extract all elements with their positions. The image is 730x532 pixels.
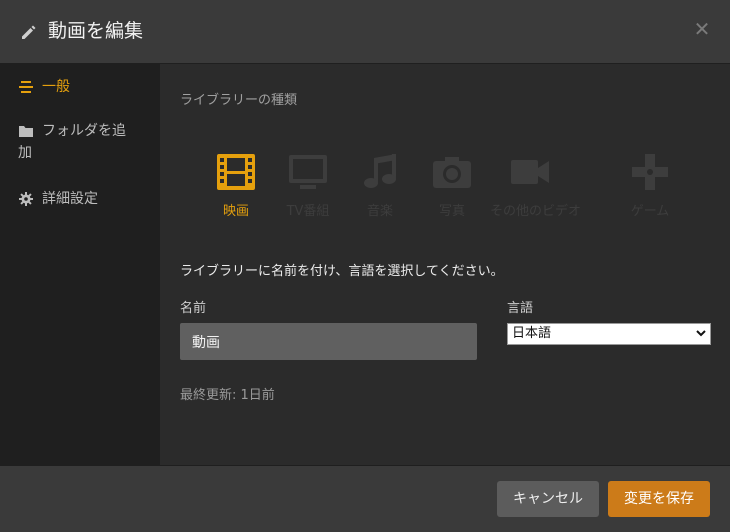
language-select[interactable]: 日本語 [507, 323, 711, 345]
dialog-title: 動画を編集 [48, 20, 144, 42]
library-type-tv[interactable]: TV番組 [268, 152, 348, 222]
library-type-label-text: その他のビデオ [490, 204, 582, 219]
last-updated-text: 最終更新: 1日前 [180, 388, 275, 403]
sidebar-item-label: フォルダを追加 [18, 123, 126, 161]
sidebar-item-label: 一般 [42, 79, 70, 95]
library-type-label-text: TV番組 [286, 204, 330, 219]
library-type-label-text: 映画 [222, 204, 249, 219]
library-type-movies[interactable]: 映画 [196, 152, 276, 222]
name-input[interactable] [180, 323, 477, 360]
library-type-label-text: 写真 [438, 204, 465, 219]
library-type-photos[interactable]: 写真 [412, 152, 492, 222]
name-label: 名前 [180, 301, 207, 316]
video-camera-icon [511, 160, 549, 184]
language-label: 言語 [507, 301, 534, 316]
gamepad-icon [632, 154, 668, 190]
instruction-text: ライブラリーに名前を付け、言語を選択してください。 [180, 264, 504, 279]
library-type-label-text: 音楽 [366, 204, 393, 219]
dialog-footer: キャンセル 変更を保存 [0, 465, 730, 532]
film-icon [217, 154, 255, 190]
chevron-down-icon [696, 330, 706, 337]
music-icon [364, 154, 396, 188]
close-icon[interactable]: ✕ [693, 19, 711, 39]
sidebar-item-add-folder[interactable]: フォルダを追加 [18, 120, 138, 164]
language-select-value: 日本語 [512, 326, 552, 341]
gear-icon [19, 192, 33, 206]
sidebar-item-advanced[interactable]: 詳細設定 [18, 188, 138, 210]
dialog-header: 動画を編集 ✕ [0, 0, 730, 64]
library-type-other-videos[interactable]: その他のビデオ [490, 152, 582, 222]
library-type-label: ライブラリーの種類 [180, 93, 298, 108]
library-type-games[interactable]: ゲーム [610, 152, 690, 222]
sidebar-item-label: 詳細設定 [42, 191, 98, 207]
general-icon [19, 81, 33, 93]
sidebar-item-general[interactable]: 一般 [18, 76, 138, 98]
folder-icon [19, 126, 33, 137]
pencil-icon [22, 25, 36, 39]
library-type-label-text: ゲーム [630, 204, 670, 219]
edit-library-dialog: 動画を編集 ✕ 一般 フォルダを追加 詳細設定 ライブラリーの種類 映画 TV番… [0, 0, 730, 532]
cancel-button[interactable]: キャンセル [497, 481, 599, 517]
main-panel: ライブラリーの種類 映画 TV番組 音楽 写真 その他のビデオ ゲーム ライブラ… [160, 64, 730, 465]
tv-icon [289, 155, 327, 189]
sidebar: 一般 フォルダを追加 詳細設定 [0, 64, 160, 465]
library-type-music[interactable]: 音楽 [340, 152, 420, 222]
camera-icon [433, 157, 471, 188]
save-button[interactable]: 変更を保存 [608, 481, 710, 517]
